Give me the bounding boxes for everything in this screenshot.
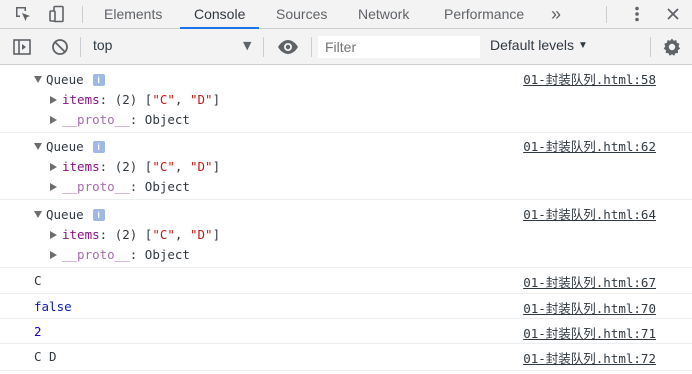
inspect-element-icon[interactable] [12, 4, 34, 24]
source-link[interactable]: 01-封装队列.html:70 [523, 298, 656, 317]
info-icon[interactable]: i [92, 74, 105, 86]
log-levels-dropdown[interactable]: Default levels ▼ [490, 37, 588, 53]
property-key: __proto__ [62, 247, 130, 262]
chevron-down-icon: ▼ [578, 40, 588, 51]
source-link[interactable]: 01-封装队列.html:58 [523, 69, 656, 88]
object-class-name: Queue [46, 139, 84, 154]
property-key: __proto__ [62, 179, 130, 194]
array-length: (2) [114, 92, 138, 107]
source-link[interactable]: 01-封装队列.html:72 [523, 348, 656, 367]
close-icon[interactable] [662, 4, 684, 24]
info-icon[interactable]: i [92, 141, 105, 153]
tab-console[interactable]: Console [179, 0, 260, 29]
object-class-name: Queue [46, 207, 84, 222]
object-property-items[interactable]: items: (2) ["C", "D"] [50, 159, 220, 174]
tab-sources[interactable]: Sources [276, 0, 327, 28]
property-value: Object [144, 247, 190, 262]
log-number: 2 [34, 324, 42, 339]
chevron-down-icon[interactable]: ▼ [243, 39, 251, 52]
more-tabs-button[interactable]: » [551, 0, 561, 28]
array-value: "D" [189, 159, 213, 174]
source-link[interactable]: 01-封装队列.html:67 [523, 272, 656, 291]
kebab-menu-icon[interactable] [626, 4, 648, 24]
property-key: __proto__ [62, 112, 130, 127]
tab-elements[interactable]: Elements [104, 0, 162, 28]
console-settings-gear-icon[interactable] [662, 37, 682, 57]
object-property-proto[interactable]: __proto__: Object [50, 112, 190, 127]
console-output: Queue i items: (2) ["C", "D"] __proto__: … [0, 65, 692, 374]
context-selector[interactable]: top [93, 37, 112, 53]
source-link[interactable]: 01-封装队列.html:64 [523, 204, 656, 223]
console-message: C 01-封装队列.html:67 [0, 268, 692, 294]
array-value: "D" [189, 92, 213, 107]
property-key: items [62, 227, 100, 242]
collapse-triangle-icon[interactable] [50, 231, 57, 239]
log-levels-label: Default levels [490, 37, 575, 53]
source-link[interactable]: 01-封装队列.html:62 [523, 136, 656, 155]
collapse-triangle-icon[interactable] [50, 116, 57, 124]
console-toolbar: top ▼ Filter Default levels ▼ [0, 29, 692, 65]
expand-triangle-icon[interactable] [34, 211, 42, 218]
array-value: "C" [152, 159, 175, 174]
object-header[interactable]: Queue i [34, 207, 105, 222]
console-message: Queue i items: (2) ["C", "D"] __proto__: … [0, 200, 692, 268]
array-value: "D" [189, 227, 213, 242]
show-sidebar-icon[interactable] [12, 37, 32, 57]
object-property-items[interactable]: items: (2) ["C", "D"] [50, 92, 220, 107]
object-property-proto[interactable]: __proto__: Object [50, 179, 190, 194]
collapse-triangle-icon[interactable] [50, 163, 57, 171]
property-value: Object [144, 112, 190, 127]
object-property-proto[interactable]: __proto__: Object [50, 247, 190, 262]
tab-network[interactable]: Network [358, 0, 409, 28]
collapse-triangle-icon[interactable] [50, 96, 57, 104]
log-text: C [34, 273, 42, 288]
object-header[interactable]: Queue i [34, 72, 105, 87]
expand-triangle-icon[interactable] [34, 143, 42, 150]
expand-triangle-icon[interactable] [34, 76, 42, 83]
console-message: Queue i items: (2) ["C", "D"] __proto__: … [0, 65, 692, 133]
array-length: (2) [114, 227, 138, 242]
console-message: 2 01-封装队列.html:71 [0, 319, 692, 344]
object-header[interactable]: Queue i [34, 139, 105, 154]
filter-input[interactable]: Filter [318, 36, 480, 58]
log-boolean: false [34, 299, 72, 314]
array-value: "C" [152, 92, 175, 107]
source-link[interactable]: 01-封装队列.html:71 [523, 323, 656, 342]
array-value: "C" [152, 227, 175, 242]
object-property-items[interactable]: items: (2) ["C", "D"] [50, 227, 220, 242]
console-message: C D 01-封装队列.html:72 [0, 344, 692, 371]
devtools-tab-bar: Elements Console Sources Network Perform… [0, 0, 692, 29]
property-key: items [62, 92, 100, 107]
collapse-triangle-icon[interactable] [50, 183, 57, 191]
clear-console-icon[interactable] [50, 37, 70, 57]
info-icon[interactable]: i [92, 209, 105, 221]
array-length: (2) [114, 159, 138, 174]
log-text: C D [34, 349, 57, 364]
console-message: Queue i items: (2) ["C", "D"] __proto__: … [0, 133, 692, 200]
object-class-name: Queue [46, 72, 84, 87]
collapse-triangle-icon[interactable] [50, 251, 57, 259]
live-expression-eye-icon[interactable] [277, 37, 299, 57]
console-message: false 01-封装队列.html:70 [0, 294, 692, 319]
property-key: items [62, 159, 100, 174]
tab-performance[interactable]: Performance [444, 0, 524, 28]
property-value: Object [144, 179, 190, 194]
device-toolbar-icon[interactable] [46, 4, 68, 24]
